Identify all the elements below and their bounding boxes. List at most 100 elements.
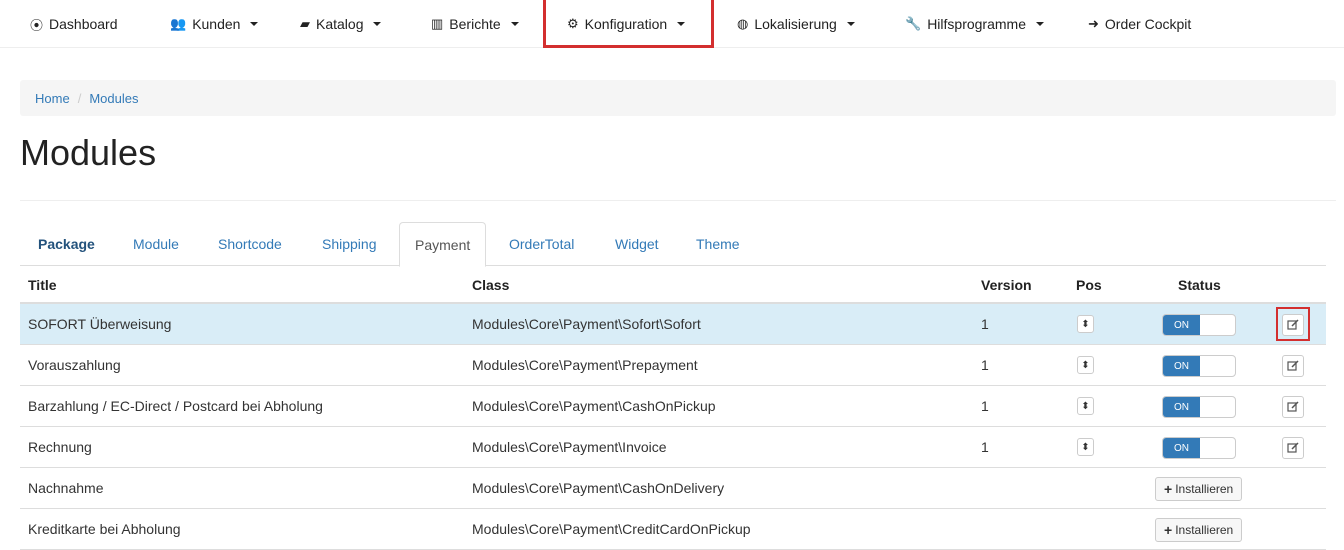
book-icon: ▰ [300, 16, 310, 31]
breadcrumb: Home / Modules [20, 80, 1336, 116]
module-title: Barzahlung / EC-Direct / Postcard bei Ab… [28, 398, 323, 414]
table-row: Vorauszahlung Modules\Core\Payment\Prepa… [20, 345, 1326, 386]
install-label: Installieren [1175, 523, 1234, 537]
status-toggle[interactable]: ON [1162, 437, 1236, 459]
table-header: Title Class Version Pos Status [20, 266, 1326, 304]
breadcrumb-home[interactable]: Home [35, 91, 70, 106]
install-label: Installieren [1175, 482, 1234, 496]
status-on-label: ON [1163, 315, 1200, 335]
sort-position-button[interactable]: ⬍ [1077, 438, 1094, 456]
module-version: 1 [981, 316, 989, 332]
status-on-label: ON [1163, 356, 1200, 376]
module-version: 1 [981, 398, 989, 414]
modules-table: Title Class Version Pos Status SOFORT Üb… [20, 266, 1326, 550]
sign-in-icon: ➜ [1088, 16, 1099, 31]
module-class: Modules\Core\Payment\Sofort\Sofort [472, 316, 701, 332]
sort-icon: ⬍ [1081, 318, 1090, 330]
status-toggle[interactable]: ON [1162, 355, 1236, 377]
install-button[interactable]: + Installieren [1155, 477, 1243, 501]
plus-icon: + [1164, 522, 1173, 538]
sort-position-button[interactable]: ⬍ [1077, 315, 1094, 333]
tab-theme[interactable]: Theme [681, 222, 755, 266]
edit-icon [1287, 442, 1299, 453]
module-title: Rechnung [28, 439, 92, 455]
edit-button[interactable] [1282, 314, 1304, 336]
edit-icon [1287, 319, 1299, 330]
status-toggle[interactable]: ON [1162, 396, 1236, 418]
cogs-icon: ⚙ [567, 16, 579, 31]
tab-widget[interactable]: Widget [600, 222, 674, 266]
module-class: Modules\Core\Payment\CreditCardOnPickup [472, 521, 751, 537]
nav-katalog[interactable]: ▰ Katalog [300, 0, 382, 48]
caret-down-icon [846, 22, 855, 26]
nav-label: Berichte [449, 16, 501, 32]
sort-icon: ⬍ [1081, 400, 1090, 412]
top-navbar: ⦿ Dashboard 👥 Kunden ▰ Katalog ▥ Bericht… [0, 0, 1344, 48]
tab-shortcode[interactable]: Shortcode [203, 222, 297, 266]
caret-down-icon [1036, 22, 1044, 26]
edit-button[interactable] [1282, 396, 1304, 418]
nav-label: Kunden [192, 16, 241, 32]
status-toggle[interactable]: ON [1162, 314, 1236, 336]
caret-down-icon [373, 22, 382, 26]
sort-position-button[interactable]: ⬍ [1077, 397, 1094, 415]
caret-down-icon [677, 22, 686, 26]
plus-icon: + [1164, 481, 1173, 497]
table-row: Kreditkarte bei Abholung Modules\Core\Pa… [20, 509, 1326, 550]
nav-hilfsprogramme[interactable]: 🔧 Hilfsprogramme [905, 0, 1044, 48]
table-row: SOFORT Überweisung Modules\Core\Payment\… [20, 304, 1326, 345]
edit-button[interactable] [1282, 437, 1304, 459]
module-title: Vorauszahlung [28, 357, 121, 373]
tab-ordertotal[interactable]: OrderTotal [494, 222, 589, 266]
tab-payment[interactable]: Payment [399, 222, 487, 267]
edit-icon [1287, 360, 1299, 371]
module-version: 1 [981, 439, 989, 455]
nav-label: Order Cockpit [1104, 16, 1192, 32]
edit-button[interactable] [1282, 355, 1304, 377]
module-version: 1 [981, 357, 989, 373]
tab-module[interactable]: Module [118, 222, 194, 266]
nav-lokalisierung[interactable]: ◍ Lokalisierung [737, 0, 855, 48]
tachometer-icon: ⦿ [30, 17, 44, 33]
install-button[interactable]: + Installieren [1155, 518, 1243, 542]
tab-package[interactable]: Package [23, 222, 110, 266]
sort-icon: ⬍ [1081, 359, 1090, 371]
edit-icon [1287, 401, 1299, 412]
bar-chart-icon: ▥ [431, 16, 444, 31]
breadcrumb-separator: / [77, 90, 82, 106]
module-title: SOFORT Überweisung [28, 316, 172, 332]
nav-konfiguration[interactable]: ⚙ Konfiguration [567, 0, 686, 48]
users-icon: 👥 [170, 16, 187, 31]
caret-down-icon [250, 22, 259, 26]
nav-label: Konfiguration [584, 16, 668, 32]
nav-dashboard[interactable]: ⦿ Dashboard [30, 0, 118, 48]
breadcrumb-modules[interactable]: Modules [89, 91, 138, 106]
nav-label: Dashboard [49, 16, 118, 32]
column-header-version: Version [981, 277, 1032, 293]
nav-label: Hilfsprogramme [927, 16, 1026, 32]
nav-order-cockpit[interactable]: ➜ Order Cockpit [1088, 0, 1191, 48]
table-row: Rechnung Modules\Core\Payment\Invoice 1 … [20, 427, 1326, 468]
status-on-label: ON [1163, 397, 1200, 417]
page-title: Modules [20, 132, 157, 173]
column-header-pos: Pos [1076, 277, 1102, 293]
module-type-tabs: Package Module Shortcode Shipping Paymen… [20, 222, 1326, 267]
tab-shipping[interactable]: Shipping [307, 222, 392, 266]
nav-kunden[interactable]: 👥 Kunden [170, 0, 259, 48]
table-row: Nachnahme Modules\Core\Payment\CashOnDel… [20, 468, 1326, 509]
nav-label: Katalog [316, 16, 364, 32]
column-header-title: Title [28, 277, 57, 293]
module-title: Kreditkarte bei Abholung [28, 521, 181, 537]
module-class: Modules\Core\Payment\CashOnDelivery [472, 480, 725, 496]
column-header-status: Status [1178, 277, 1221, 293]
divider [20, 200, 1336, 201]
module-class: Modules\Core\Payment\Invoice [472, 439, 667, 455]
column-header-class: Class [472, 277, 510, 293]
sort-position-button[interactable]: ⬍ [1077, 356, 1094, 374]
caret-down-icon [510, 22, 519, 26]
wrench-icon: 🔧 [905, 16, 922, 31]
status-on-label: ON [1163, 438, 1200, 458]
table-row: Barzahlung / EC-Direct / Postcard bei Ab… [20, 386, 1326, 427]
nav-berichte[interactable]: ▥ Berichte [431, 0, 519, 48]
sort-icon: ⬍ [1081, 441, 1090, 453]
